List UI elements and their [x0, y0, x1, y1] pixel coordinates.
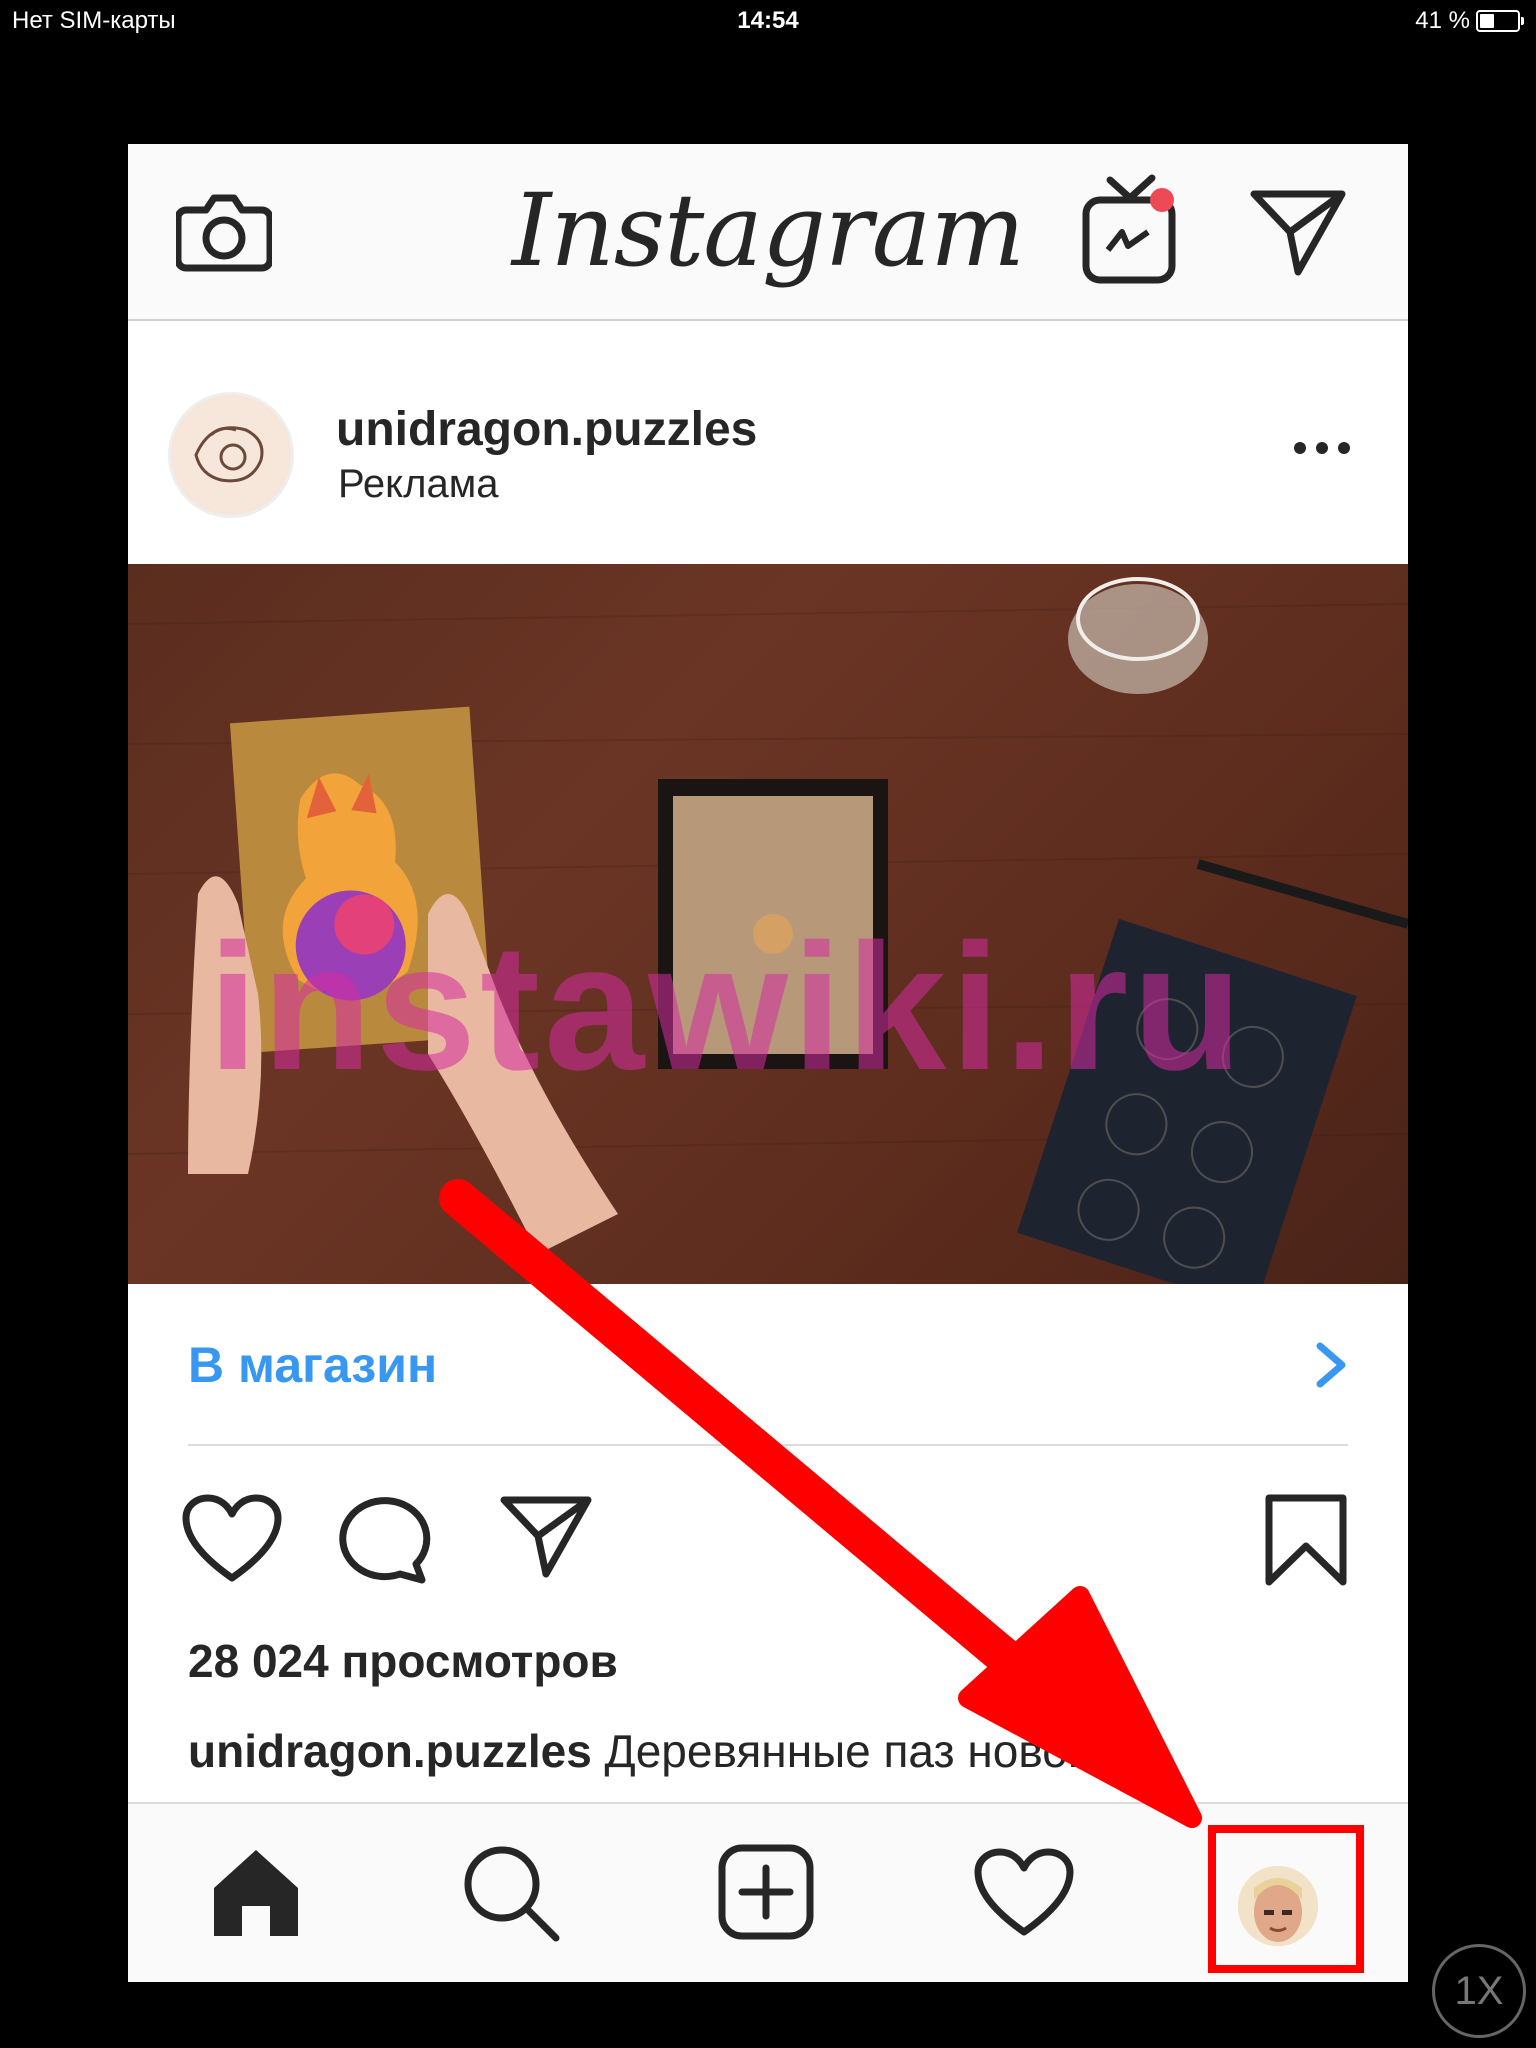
annotation-arrow: [439, 1179, 1202, 1828]
profile-highlight-box: [1208, 1825, 1364, 1973]
screen: Нет SIM-карты 14:54 41 % Instagram unidr…: [0, 0, 1536, 2048]
speed-badge: 1X: [1432, 1944, 1526, 2038]
